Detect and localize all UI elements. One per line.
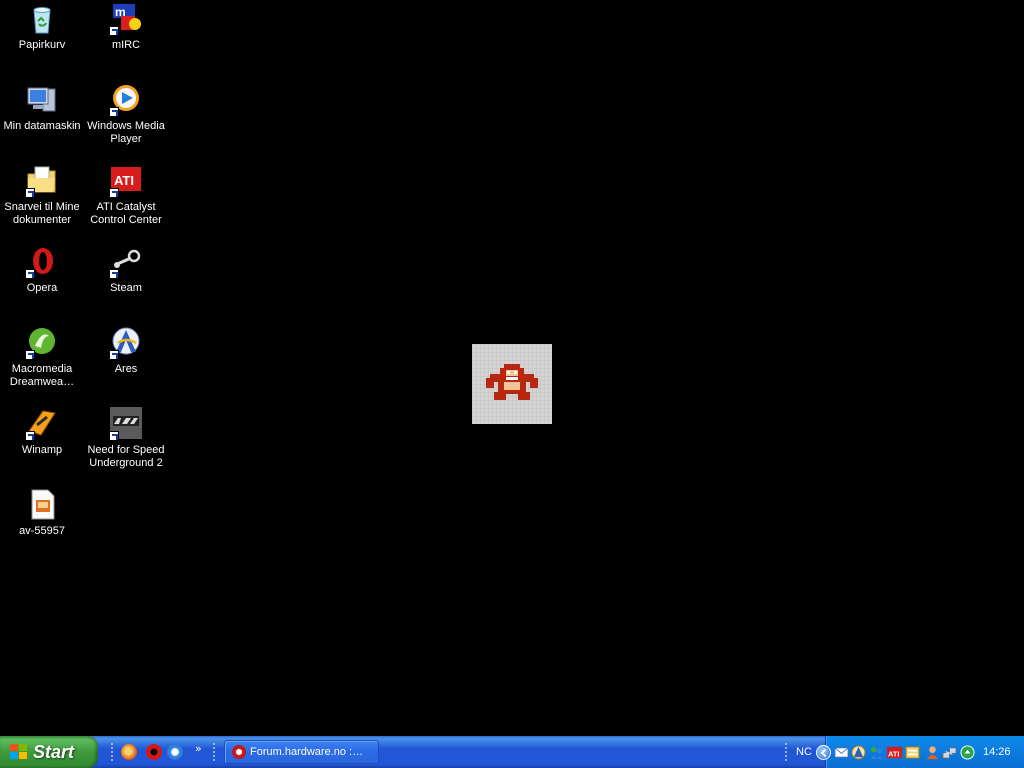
update-icon[interactable] (960, 745, 975, 760)
task-button-label: Forum.hardware.no :… (250, 746, 364, 758)
dreamweaver-icon (25, 326, 59, 360)
opera-icon (25, 245, 59, 279)
desktop-icon-label: Steam (110, 282, 142, 294)
media-player-icon (109, 83, 143, 117)
start-label: Start (33, 742, 75, 762)
ie-icon[interactable] (167, 744, 183, 760)
quick-launch-more-icon[interactable]: » (195, 742, 202, 755)
desktop-icon-opera[interactable]: Opera (0, 245, 84, 295)
desktop-icon-label: Winamp (21, 444, 63, 456)
desktop-icon-image-file[interactable]: av-55957 (0, 488, 84, 538)
shortcut-arrow-icon (25, 350, 35, 360)
desktop-icon-label: Snarvei til Mine dokumenter (4, 201, 80, 226)
desktop-icon-my-documents[interactable]: Snarvei til Mine dokumenter (0, 164, 84, 227)
winamp-icon (25, 407, 59, 441)
svg-text:ATI: ATI (888, 749, 900, 758)
user-icon[interactable] (925, 745, 940, 760)
ati-icon: ATI (109, 164, 143, 198)
shortcut-arrow-icon (109, 26, 119, 36)
mail-icon[interactable] (834, 745, 849, 760)
task-button-opera-forum[interactable]: Forum.hardware.no :… (224, 740, 379, 764)
shortcut-arrow-icon (109, 107, 119, 117)
shortcut-arrow-icon (109, 431, 119, 441)
desktop-icon-dreamweaver[interactable]: Macromedia Dreamwea… (0, 326, 84, 389)
tray-grip[interactable] (784, 742, 788, 762)
desktop-icon-winamp[interactable]: Winamp (0, 407, 84, 457)
ares-icon (109, 326, 143, 360)
desktop: Papirkurv m mIRC Min datamaskin Windows … (0, 0, 170, 735)
desktop-icon-mirc[interactable]: m mIRC (84, 2, 168, 52)
taskbar-grip[interactable] (212, 742, 216, 762)
taskbar: Start » Forum.hardware.no :… NC ATI 14:2… (0, 736, 1024, 768)
opera-icon (232, 745, 246, 759)
network-icon[interactable] (851, 745, 866, 760)
windows-logo-icon (10, 744, 28, 760)
desktop-icon-label: Papirkurv (18, 39, 66, 51)
clock[interactable]: 14:26 (983, 746, 1011, 758)
desktop-icon-nfs[interactable]: Need for Speed Underground 2 (84, 407, 168, 470)
folder-tray-icon[interactable] (905, 745, 920, 760)
shortcut-arrow-icon (25, 188, 35, 198)
shortcut-arrow-icon (25, 269, 35, 279)
desktop-icon-label: av-55957 (19, 525, 65, 537)
shortcut-arrow-icon (109, 350, 119, 360)
desktop-icon-media-player[interactable]: Windows Media Player (84, 83, 168, 146)
desktop-icon-label: Macromedia Dreamwea… (9, 363, 75, 388)
desktop-icon-label: Min datamaskin (3, 120, 81, 132)
quick-launch-grip[interactable] (110, 742, 114, 762)
ati-tray-icon[interactable]: ATI (887, 745, 902, 760)
desktop-icon-label: mIRC (111, 39, 141, 51)
desktop-icon-ati[interactable]: ATI ATI Catalyst Control Center (84, 164, 168, 227)
network-shield-icon[interactable] (942, 745, 957, 760)
desktop-icon-ares[interactable]: Ares (84, 326, 168, 376)
desktop-icon-recycle-bin[interactable]: Papirkurv (0, 2, 84, 52)
donkey-kong-sprite-icon (486, 364, 538, 400)
shortcut-arrow-icon (109, 188, 119, 198)
desktop-icon-label: Need for Speed Underground 2 (87, 444, 165, 469)
image-file-icon (25, 488, 59, 522)
nfs-icon (109, 407, 143, 441)
svg-text:ATI: ATI (114, 173, 134, 188)
show-hidden-icon[interactable] (816, 745, 831, 760)
steam-icon (109, 245, 143, 279)
folder-icon (25, 164, 59, 198)
desktop-icon-steam[interactable]: Steam (84, 245, 168, 295)
desktop-icon-my-computer[interactable]: Min datamaskin (0, 83, 84, 133)
desktop-icon-label: Ares (114, 363, 138, 375)
messenger-icon[interactable] (869, 745, 884, 760)
start-button[interactable]: Start (0, 736, 98, 768)
wallpaper-image (472, 344, 552, 424)
mirc-icon: m (109, 2, 143, 36)
desktop-icon-label: Windows Media Player (87, 120, 165, 145)
desktop-icon-label: Opera (26, 282, 58, 294)
recycle-bin-icon (25, 2, 59, 36)
opera-quicklaunch-icon[interactable] (146, 744, 162, 760)
language-indicator[interactable]: NC (796, 746, 812, 758)
desktop-icon-label: ATI Catalyst Control Center (90, 201, 162, 226)
shortcut-arrow-icon (109, 269, 119, 279)
firefox-icon[interactable] (121, 744, 137, 760)
shortcut-arrow-icon (25, 431, 35, 441)
my-computer-icon (25, 83, 59, 117)
